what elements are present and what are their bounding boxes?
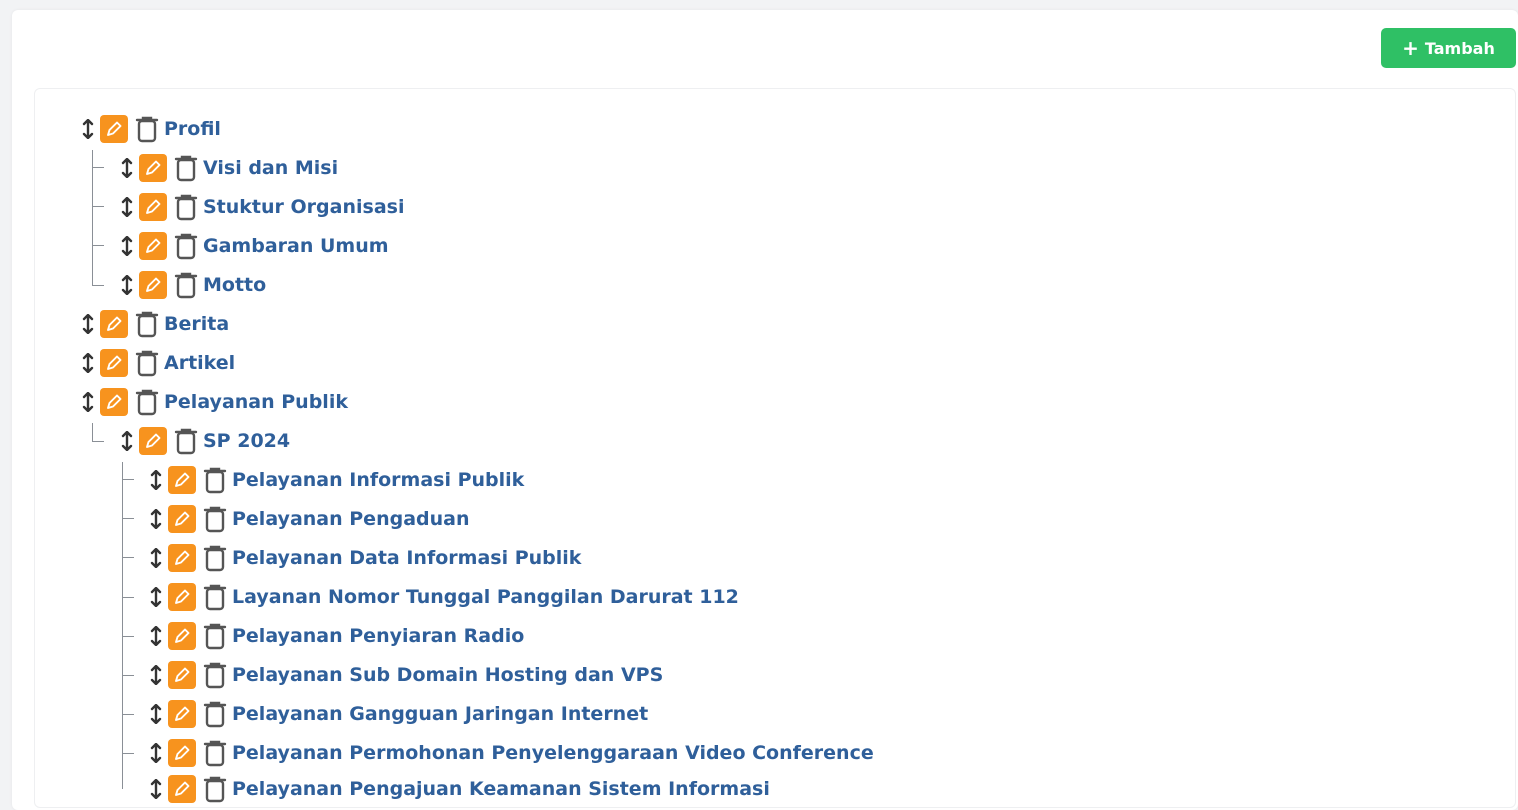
tree-node-label[interactable]: Pelayanan Permohonan Penyelenggaraan Vid… [232,737,874,769]
drag-handle-icon[interactable] [148,737,164,769]
add-button-label: Tambah [1424,38,1495,58]
add-button[interactable]: + Tambah [1381,28,1516,68]
tree-guide-line [92,423,93,441]
trash-icon[interactable] [202,775,228,803]
tree-guide-line [92,245,104,246]
pencil-icon[interactable] [168,700,196,728]
tree-guide-line [122,518,134,519]
tree-guide-line [92,441,104,442]
tree-node-label[interactable]: Visi dan Misi [203,152,338,184]
tree-guide-line [122,636,134,637]
pencil-icon[interactable] [168,466,196,494]
tree-guide-line [122,753,134,754]
drag-handle-icon[interactable] [80,386,96,418]
pencil-icon[interactable] [139,427,167,455]
pencil-icon[interactable] [168,775,196,803]
trash-icon[interactable] [202,622,228,650]
pencil-icon[interactable] [139,271,167,299]
trash-icon[interactable] [173,427,199,455]
trash-icon[interactable] [134,115,160,143]
drag-handle-icon[interactable] [148,503,164,535]
tree-node-label[interactable]: Pelayanan Publik [164,386,348,418]
drag-handle-icon[interactable] [80,308,96,340]
drag-handle-icon[interactable] [80,113,96,145]
tree-node-label[interactable]: Profil [164,113,221,145]
drag-handle-icon[interactable] [148,620,164,652]
trash-icon[interactable] [134,388,160,416]
pencil-icon[interactable] [100,388,128,416]
drag-handle-icon[interactable] [148,659,164,691]
drag-handle-icon[interactable] [119,269,135,301]
tree-node-label[interactable]: Stuktur Organisasi [203,191,404,223]
drag-handle-icon[interactable] [148,542,164,574]
drag-handle-icon[interactable] [80,347,96,379]
tree-node-label[interactable]: Berita [164,308,229,340]
tree-guide-line [92,285,104,286]
plus-icon: + [1402,36,1419,60]
drag-handle-icon[interactable] [119,152,135,184]
tree-guide-line [92,167,104,168]
trash-icon[interactable] [202,505,228,533]
tree-node-label[interactable]: SP 2024 [203,425,290,457]
tree-guide-line [122,557,134,558]
pencil-icon[interactable] [139,193,167,221]
trash-icon[interactable] [134,349,160,377]
trash-icon[interactable] [134,310,160,338]
tree-guide-line [122,675,134,676]
pencil-icon[interactable] [100,115,128,143]
tree-guide-line [122,597,134,598]
trash-icon[interactable] [202,544,228,572]
tree-node-label[interactable]: Pelayanan Pengaduan [232,503,470,535]
tree-guide-line [122,714,134,715]
pencil-icon[interactable] [168,739,196,767]
tree-node-label[interactable]: Pelayanan Penyiaran Radio [232,620,524,652]
pencil-icon[interactable] [168,661,196,689]
trash-icon[interactable] [202,739,228,767]
tree-node-label[interactable]: Artikel [164,347,235,379]
pencil-icon[interactable] [168,583,196,611]
tree-node-label[interactable]: Pelayanan Informasi Publik [232,464,524,496]
drag-handle-icon[interactable] [148,581,164,613]
tree-node-label[interactable]: Pelayanan Gangguan Jaringan Internet [232,698,648,730]
drag-handle-icon[interactable] [148,698,164,730]
pencil-icon[interactable] [139,232,167,260]
trash-icon[interactable] [173,154,199,182]
tree-node-label[interactable]: Pelayanan Data Informasi Publik [232,542,581,574]
pencil-icon[interactable] [168,505,196,533]
tree-guide-line [122,462,123,789]
tree-guide-line [92,206,104,207]
pencil-icon[interactable] [139,154,167,182]
trash-icon[interactable] [173,232,199,260]
tree-guide-line [92,150,93,286]
tree-node-label[interactable]: Gambaran Umum [203,230,389,262]
trash-icon[interactable] [202,583,228,611]
drag-handle-icon[interactable] [148,773,164,805]
trash-icon[interactable] [202,661,228,689]
trash-icon[interactable] [202,466,228,494]
tree-node-label[interactable]: Motto [203,269,266,301]
tree-node-label[interactable]: Layanan Nomor Tunggal Panggilan Darurat … [232,581,739,613]
pencil-icon[interactable] [168,622,196,650]
tree-guide-line [122,479,134,480]
pencil-icon[interactable] [100,349,128,377]
drag-handle-icon[interactable] [119,230,135,262]
pencil-icon[interactable] [100,310,128,338]
trash-icon[interactable] [202,700,228,728]
trash-icon[interactable] [173,193,199,221]
pencil-icon[interactable] [168,544,196,572]
tree-node-label[interactable]: Pelayanan Pengajuan Keamanan Sistem Info… [232,773,770,805]
drag-handle-icon[interactable] [119,425,135,457]
drag-handle-icon[interactable] [148,464,164,496]
drag-handle-icon[interactable] [119,191,135,223]
trash-icon[interactable] [173,271,199,299]
tree-node-label[interactable]: Pelayanan Sub Domain Hosting dan VPS [232,659,663,691]
